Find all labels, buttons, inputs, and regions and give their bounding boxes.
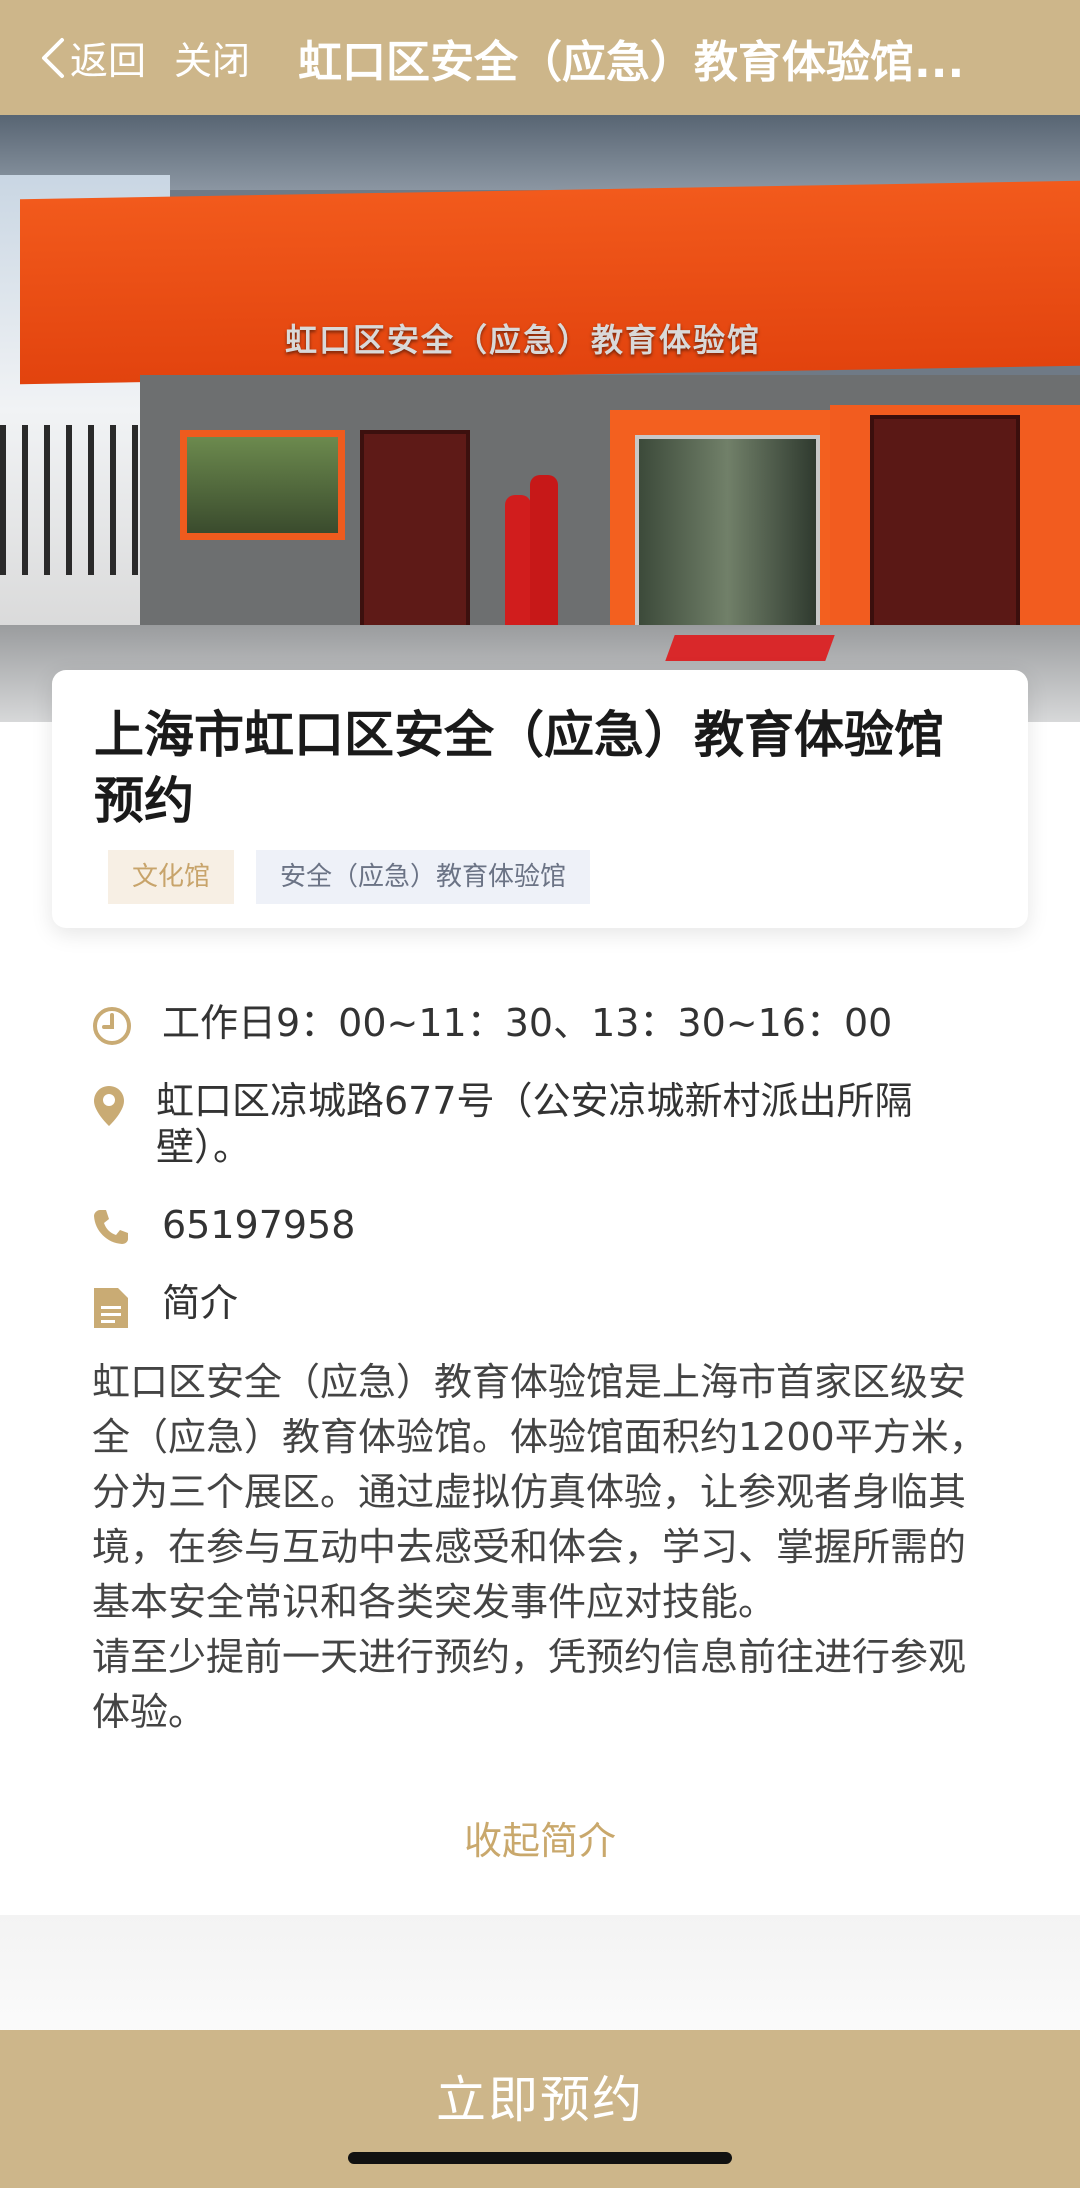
photo-window (180, 430, 345, 540)
top-nav-bar: 返回 关闭 虹口区安全（应急）教育体验馆... (0, 0, 1080, 115)
close-button[interactable]: 关闭 (174, 30, 250, 85)
tag-category: 文化馆 (108, 850, 235, 904)
section-divider (0, 1915, 1080, 2035)
page-title: 虹口区安全（应急）教育体验馆... (298, 36, 965, 88)
collapse-intro-link[interactable]: 收起简介 (0, 1810, 1080, 1865)
intro-row: 简介 (92, 1280, 992, 1330)
photo-extinguisher (530, 475, 558, 630)
opening-hours: 工作日9：00~11：30、13：30~16：00 (162, 1001, 893, 1045)
back-button[interactable]: 返回 (40, 30, 146, 85)
venue-info: 工作日9：00~11：30、13：30~16：00 虹口区凉城路677号（公安凉… (92, 1000, 992, 1362)
photo-extinguisher (505, 495, 531, 630)
home-indicator (348, 2152, 732, 2164)
photo-door-left (360, 430, 470, 630)
book-now-button[interactable]: 立即预约 (0, 2030, 1080, 2188)
venue-title: 上海市虹口区安全（应急）教育体验馆预约 (94, 706, 944, 830)
chevron-left-icon (42, 37, 64, 78)
booking-notice: 请至少提前一天进行预约，凭预约信息前往进行参观体验。 (92, 1635, 967, 1734)
photo-door-right (870, 415, 1020, 640)
intro-label: 简介 (162, 1281, 239, 1325)
venue-photo: 虹口区安全（应急）教育体验馆 (0, 115, 1080, 722)
intro-paragraph: 虹口区安全（应急）教育体验馆是上海市首家区级安全（应急）教育体验馆。体验馆面积约… (92, 1360, 987, 1624)
opening-hours-row: 工作日9：00~11：30、13：30~16：00 (92, 1000, 992, 1046)
photo-railing (0, 425, 150, 575)
photo-sign-text: 虹口区安全（应急）教育体验馆 (285, 321, 762, 359)
phone-icon (92, 1202, 146, 1246)
phone-row: 65197958 (92, 1202, 992, 1248)
photo-glass-door (635, 435, 820, 635)
photo-red-mat (665, 635, 835, 661)
address[interactable]: 虹口区凉城路677号（公安凉城新村派出所隔壁）。 (156, 1078, 986, 1170)
document-icon (92, 1280, 146, 1330)
venue-title-card: 上海市虹口区安全（应急）教育体验馆预约 文化馆 安全（应急）教育体验馆 (52, 670, 1028, 928)
address-row: 虹口区凉城路677号（公安凉城新村派出所隔壁）。 (92, 1078, 992, 1170)
phone-number[interactable]: 65197958 (162, 1202, 355, 1248)
tag-venue-type: 安全（应急）教育体验馆 (256, 850, 591, 904)
tag-list: 文化馆 安全（应急）教育体验馆 (108, 850, 986, 904)
location-pin-icon (92, 1078, 146, 1128)
back-label: 返回 (70, 39, 147, 83)
clock-icon (92, 1000, 146, 1046)
intro-description: 虹口区安全（应急）教育体验馆是上海市首家区级安全（应急）教育体验馆。体验馆面积约… (92, 1355, 992, 1740)
